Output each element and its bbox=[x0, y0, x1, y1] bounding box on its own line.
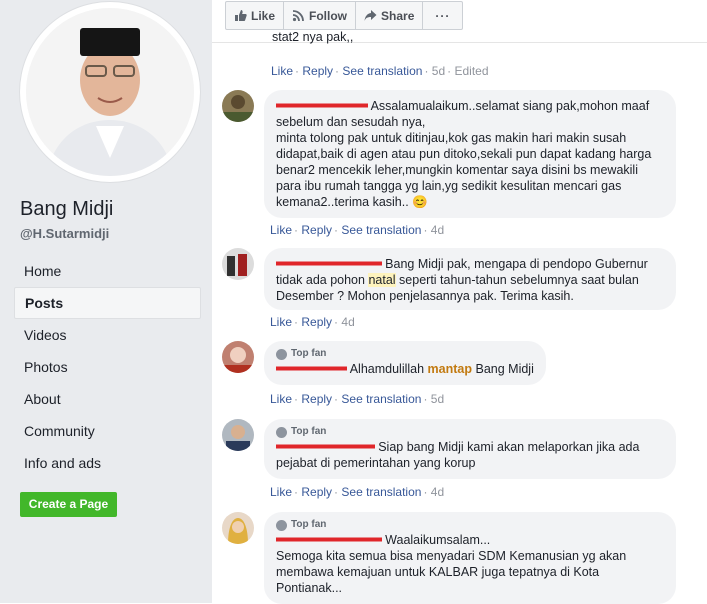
comment-bubble: Top fan Xxxxxxxxxxxxxx Siap bang Midji k… bbox=[264, 419, 676, 479]
nav-item-posts[interactable]: Posts bbox=[14, 287, 201, 319]
share-page-label: Share bbox=[381, 8, 415, 23]
comment-text: Waalaikumsalam... bbox=[385, 533, 491, 547]
comment-text-cont: Semoga kita semua bisa menyadari SDM Kem… bbox=[276, 549, 627, 595]
like-link[interactable]: Like bbox=[270, 485, 292, 499]
comment-text: stat2 nya pak,, bbox=[272, 30, 354, 44]
comment-text-cont: Bang Midji bbox=[475, 362, 534, 376]
page-action-buttons: Like Follow Share ··· bbox=[225, 1, 464, 30]
highlighted-keyword: natal bbox=[368, 273, 396, 287]
comments-panel: Like Follow Share ··· stat2 nya pak,, Li… bbox=[212, 0, 707, 604]
commenter-name-redacted[interactable]: Xxxxxxxxxxxxxx bbox=[276, 439, 375, 455]
comment-timestamp[interactable]: 4d bbox=[341, 315, 354, 329]
commenter-name-redacted[interactable]: Xxxxxxxxxxxxx bbox=[276, 98, 368, 114]
follow-page-button[interactable]: Follow bbox=[284, 2, 357, 29]
commenter-name-redacted[interactable]: Xxxxxxxxxxxxxxx bbox=[276, 532, 382, 548]
more-dots-icon: ··· bbox=[435, 8, 451, 23]
comment-timestamp[interactable]: 4d bbox=[431, 223, 444, 237]
nav-item-about[interactable]: About bbox=[14, 383, 201, 415]
thumbs-up-icon bbox=[235, 10, 247, 22]
comment-actions: Like · Reply · See translation · 4d bbox=[270, 223, 445, 237]
commenter-name-redacted[interactable]: Xxxxxxxxxx bbox=[276, 361, 347, 377]
like-link[interactable]: Like bbox=[270, 315, 292, 329]
comment-timestamp[interactable]: 5d bbox=[432, 64, 445, 78]
commenter-name-redacted[interactable]: Xxxxxxxxxxxxxxx bbox=[276, 256, 382, 272]
like-page-button[interactable]: Like bbox=[226, 2, 285, 29]
comment-actions: Like · Reply · See translation · 4d bbox=[270, 485, 445, 499]
profile-photo bbox=[26, 8, 194, 176]
see-translation-link[interactable]: See translation bbox=[341, 223, 421, 237]
rss-icon bbox=[292, 10, 304, 22]
top-fan-star-icon bbox=[276, 426, 287, 438]
page-action-bar: Like Follow Share ··· stat2 nya pak,, bbox=[212, 0, 707, 44]
comment-text-body: minta tolong pak untuk ditinjau,kok gas … bbox=[276, 131, 652, 209]
top-fan-badge: Top fan bbox=[276, 518, 664, 532]
see-translation-link[interactable]: See translation bbox=[341, 392, 421, 406]
comment-text: Alhamdulillah bbox=[349, 362, 425, 376]
reply-link[interactable]: Reply bbox=[301, 315, 332, 329]
like-link[interactable]: Like bbox=[270, 392, 292, 406]
emphasized-word: mantap bbox=[427, 362, 472, 376]
top-fan-badge: Top fan bbox=[276, 347, 534, 361]
share-page-button[interactable]: Share bbox=[356, 2, 424, 29]
comment-actions: Like · Reply · See translation · 5d bbox=[270, 392, 445, 406]
edited-label[interactable]: Edited bbox=[455, 64, 489, 78]
like-link[interactable]: Like bbox=[271, 64, 293, 78]
commenter-avatar[interactable] bbox=[222, 419, 254, 451]
commenter-avatar[interactable] bbox=[222, 90, 254, 122]
page-nav: Home Posts Videos Photos About Community… bbox=[14, 255, 201, 479]
create-page-button[interactable]: Create a Page bbox=[20, 492, 117, 517]
nav-item-videos[interactable]: Videos bbox=[14, 319, 201, 351]
comment-bubble: Top fan Xxxxxxxxxxxxxxx Waalaikumsalam..… bbox=[264, 512, 676, 604]
see-translation-link[interactable]: See translation bbox=[342, 64, 422, 78]
nav-item-photos[interactable]: Photos bbox=[14, 351, 201, 383]
comment-bubble: Xxxxxxxxxxxxx Assalamualaikum..selamat s… bbox=[264, 90, 676, 218]
reply-link[interactable]: Reply bbox=[301, 392, 332, 406]
page-sidebar: Bang Midji @H.Sutarmidji Home Posts Vide… bbox=[0, 0, 212, 603]
commenter-avatar[interactable] bbox=[222, 512, 254, 544]
commenter-avatar[interactable] bbox=[222, 248, 254, 280]
more-options-button[interactable]: ··· bbox=[423, 2, 462, 29]
nav-item-community[interactable]: Community bbox=[14, 415, 201, 447]
like-page-label: Like bbox=[251, 8, 276, 23]
comment-actions: Like · Reply · See translation · 5d · Edited bbox=[271, 64, 489, 78]
page-title[interactable]: Bang Midji bbox=[20, 198, 113, 221]
commenter-avatar[interactable] bbox=[222, 341, 254, 373]
reply-link[interactable]: Reply bbox=[301, 485, 332, 499]
comment-actions: Like · Reply · 4d bbox=[270, 315, 355, 329]
reply-link[interactable]: Reply bbox=[301, 223, 332, 237]
comment-bubble: Top fan Xxxxxxxxxx Alhamdulillah mantap … bbox=[264, 341, 546, 385]
share-arrow-icon bbox=[364, 10, 377, 21]
see-translation-link[interactable]: See translation bbox=[341, 485, 421, 499]
smile-emoji-icon: 😊 bbox=[412, 195, 428, 209]
comment-timestamp[interactable]: 5d bbox=[431, 392, 444, 406]
page-username[interactable]: @H.Sutarmidji bbox=[20, 226, 109, 241]
comment-bubble: Xxxxxxxxxxxxxxx Bang Midji pak, mengapa … bbox=[264, 248, 676, 310]
nav-item-home[interactable]: Home bbox=[14, 255, 201, 287]
top-fan-star-icon bbox=[276, 348, 287, 360]
like-link[interactable]: Like bbox=[270, 223, 292, 237]
follow-page-label: Follow bbox=[309, 8, 348, 23]
comment-timestamp[interactable]: 4d bbox=[431, 485, 444, 499]
nav-item-info-and-ads[interactable]: Info and ads bbox=[14, 447, 201, 479]
reply-link[interactable]: Reply bbox=[302, 64, 333, 78]
top-fan-badge: Top fan bbox=[276, 425, 664, 439]
top-fan-star-icon bbox=[276, 519, 287, 531]
profile-picture[interactable] bbox=[20, 2, 200, 182]
